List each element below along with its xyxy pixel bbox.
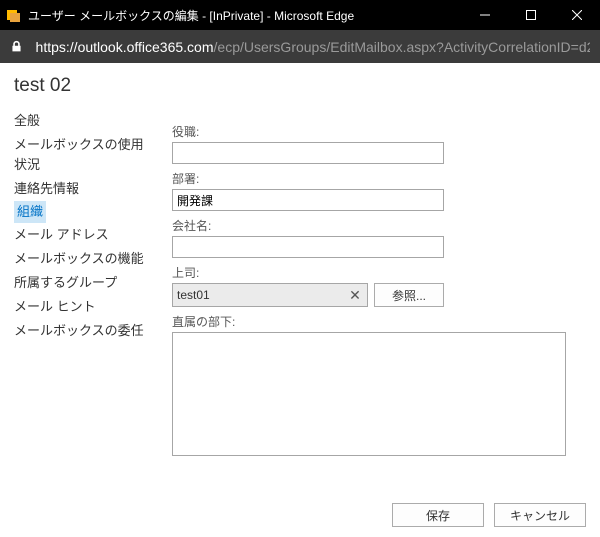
browse-button[interactable]: 参照...	[374, 283, 444, 307]
url-text: https://outlook.office365.com/ecp/UsersG…	[36, 39, 590, 55]
address-bar[interactable]: https://outlook.office365.com/ecp/UsersG…	[0, 30, 600, 63]
manager-label: 上司:	[172, 264, 586, 281]
close-button[interactable]	[554, 0, 600, 30]
window-controls	[462, 0, 600, 30]
sidebar-item-delegation[interactable]: メールボックスの委任	[14, 319, 154, 343]
directreports-label: 直属の部下:	[172, 313, 586, 330]
company-input[interactable]	[172, 236, 444, 258]
sidebar: 全般 メールボックスの使用状況 連絡先情報 組織 メール アドレス メールボック…	[14, 109, 154, 465]
clear-icon[interactable]: ✕	[347, 287, 363, 303]
directreports-textarea[interactable]	[172, 332, 566, 456]
department-label: 部署:	[172, 170, 586, 187]
department-input[interactable]	[172, 189, 444, 211]
page-title: test 02	[14, 75, 586, 97]
app-icon	[6, 7, 22, 23]
company-label: 会社名:	[172, 217, 586, 234]
lock-icon	[10, 40, 26, 53]
sidebar-item-mailbox-features[interactable]: メールボックスの機能	[14, 247, 154, 271]
sidebar-item-member-of[interactable]: 所属するグループ	[14, 271, 154, 295]
manager-value: test01	[177, 288, 347, 302]
manager-field[interactable]: test01 ✕	[172, 283, 368, 307]
url-path: /ecp/UsersGroups/EditMailbox.aspx?Activi…	[214, 39, 590, 55]
window-title: ユーザー メールボックスの編集 - [InPrivate] - Microsof…	[28, 7, 354, 24]
title-input[interactable]	[172, 142, 444, 164]
footer: 保存 キャンセル	[392, 503, 586, 527]
sidebar-item-mailtip[interactable]: メール ヒント	[14, 295, 154, 319]
sidebar-item-organization[interactable]: 組織	[14, 201, 46, 223]
maximize-button[interactable]	[508, 0, 554, 30]
content-area: test 02 全般 メールボックスの使用状況 連絡先情報 組織 メール アドレ…	[0, 63, 600, 537]
title-label: 役職:	[172, 123, 586, 140]
minimize-button[interactable]	[462, 0, 508, 30]
titlebar: ユーザー メールボックスの編集 - [InPrivate] - Microsof…	[0, 0, 600, 30]
sidebar-item-email-address[interactable]: メール アドレス	[14, 223, 154, 247]
cancel-button[interactable]: キャンセル	[494, 503, 586, 527]
form-area: 役職: 部署: 会社名: 上司: test01 ✕ 参照...	[172, 109, 586, 465]
sidebar-item-general[interactable]: 全般	[14, 109, 154, 133]
save-button[interactable]: 保存	[392, 503, 484, 527]
sidebar-item-contact-info[interactable]: 連絡先情報	[14, 177, 154, 201]
url-host: https://outlook.office365.com	[36, 39, 214, 55]
sidebar-item-mailbox-usage[interactable]: メールボックスの使用状況	[14, 133, 154, 177]
